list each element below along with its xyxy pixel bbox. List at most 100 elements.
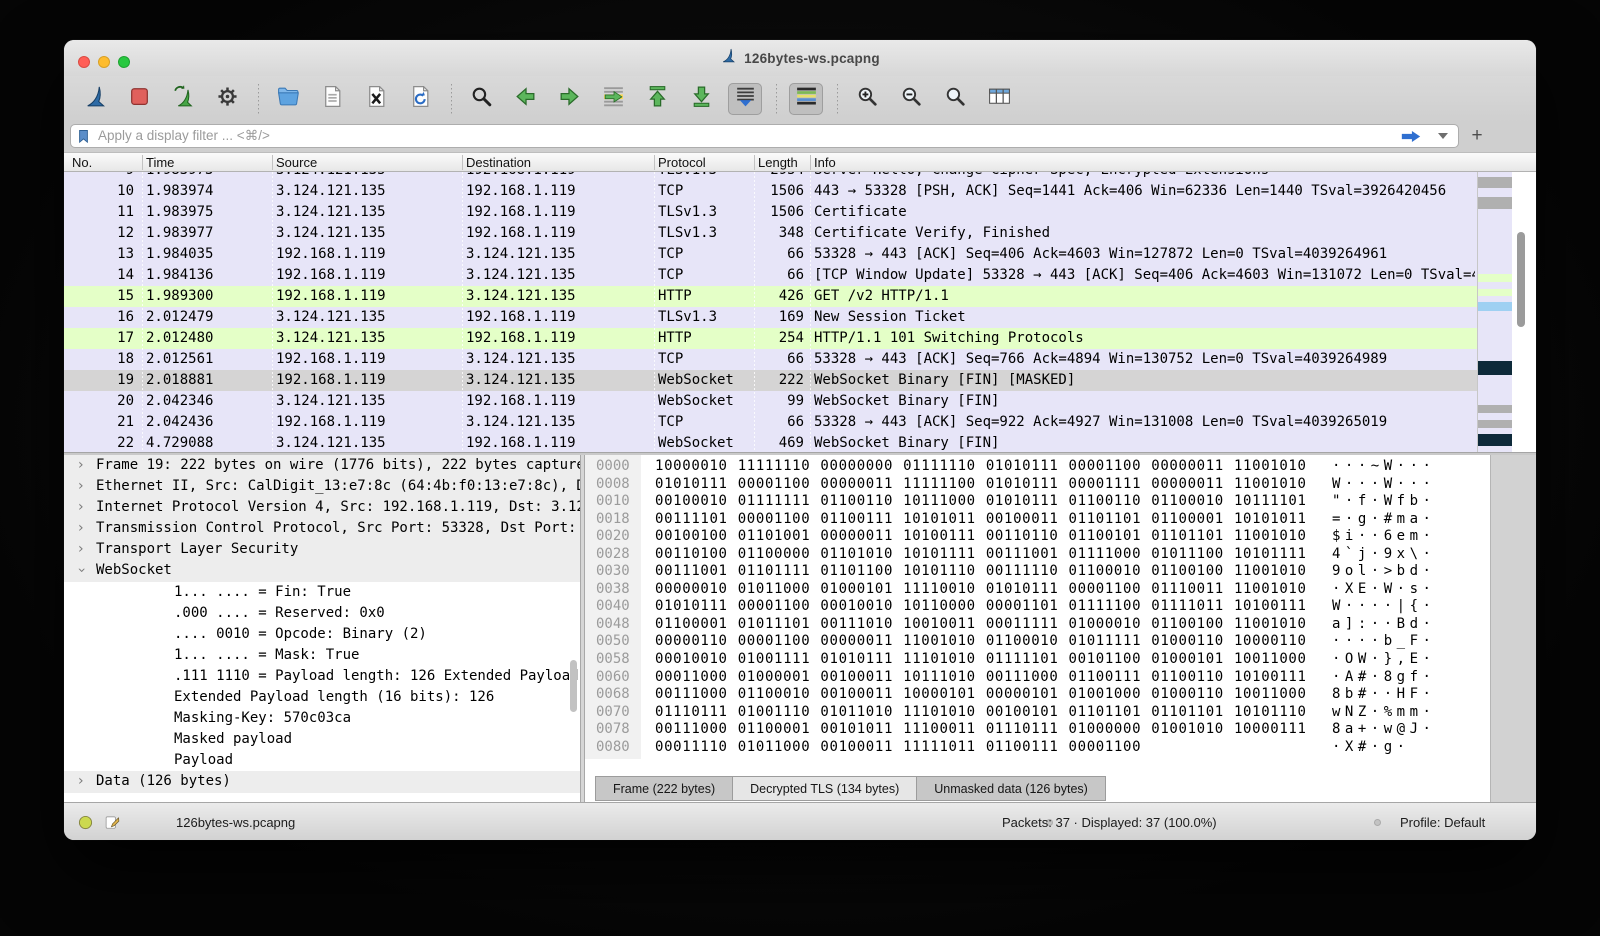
byte-view-tab[interactable]: Unmasked data (126 bytes) bbox=[917, 776, 1106, 801]
hex-row[interactable]: 007800111000 01100001 00101011 11100011 … bbox=[585, 721, 1490, 739]
restart-capture-button[interactable] bbox=[166, 83, 200, 115]
open-file-button[interactable] bbox=[271, 83, 305, 115]
packet-row[interactable]: 91.9839733.124.121.135192.168.1.119TLSv1… bbox=[64, 172, 1477, 181]
colorize-packets-button[interactable] bbox=[789, 83, 823, 115]
chevron-collapsed-icon[interactable]: › bbox=[78, 771, 84, 792]
detail-tree-row[interactable]: .000 .... = Reserved: 0x0 bbox=[64, 603, 580, 624]
column-divider[interactable] bbox=[654, 155, 655, 170]
detail-tree-row[interactable]: 1... .... = Fin: True bbox=[64, 582, 580, 603]
hex-row[interactable]: 005000000110 00001100 00000011 11001010 … bbox=[585, 633, 1490, 651]
hex-row[interactable]: 002800110100 01100000 01101010 10101111 … bbox=[585, 546, 1490, 564]
packet-row[interactable]: 224.7290883.124.121.135192.168.1.119WebS… bbox=[64, 433, 1477, 452]
detail-tree-row[interactable]: .... 0010 = Opcode: Binary (2) bbox=[64, 624, 580, 645]
hex-row[interactable]: 000801010111 00001100 00000011 11111100 … bbox=[585, 476, 1490, 494]
detail-tree-row[interactable]: .111 1110 = Payload length: 126 Extended… bbox=[64, 666, 580, 687]
stop-capture-button[interactable] bbox=[122, 83, 156, 115]
byte-view-tab-selected[interactable]: Decrypted TLS (134 bytes) bbox=[733, 776, 917, 801]
detail-tree-row[interactable]: ›Transmission Control Protocol, Src Port… bbox=[64, 518, 580, 539]
column-header-protocol[interactable]: Protocol bbox=[658, 153, 706, 172]
go-forward-button[interactable] bbox=[552, 83, 586, 115]
zoom-in-button[interactable] bbox=[850, 83, 884, 115]
detail-tree-row[interactable]: ›Transport Layer Security bbox=[64, 539, 580, 560]
chevron-expanded-icon[interactable]: › bbox=[71, 568, 92, 574]
capture-options-button[interactable] bbox=[210, 83, 244, 115]
column-header-info[interactable]: Info bbox=[814, 153, 836, 172]
hex-row[interactable]: 004001010111 00001100 00010010 10110000 … bbox=[585, 598, 1490, 616]
detail-tree-row[interactable]: Masked payload bbox=[64, 729, 580, 750]
zoom-out-button[interactable] bbox=[894, 83, 928, 115]
column-divider[interactable] bbox=[142, 155, 143, 170]
display-filter-input[interactable]: Apply a display filter ... <⌘/> bbox=[70, 124, 1459, 148]
filter-dropdown-chevron-icon[interactable] bbox=[1438, 133, 1448, 139]
column-header-time[interactable]: Time bbox=[146, 153, 174, 172]
packet-row[interactable]: 202.0423463.124.121.135192.168.1.119WebS… bbox=[64, 391, 1477, 412]
hex-row[interactable]: 005800010010 01001111 01010111 11101010 … bbox=[585, 651, 1490, 669]
go-last-packet-button[interactable] bbox=[684, 83, 718, 115]
zoom-reset-button[interactable] bbox=[938, 83, 972, 115]
detail-tree-row[interactable]: ›Frame 19: 222 bytes on wire (1776 bits)… bbox=[64, 455, 580, 476]
hex-row[interactable]: 003800000010 01011000 01000101 11110010 … bbox=[585, 581, 1490, 599]
intelligent-scrollbar-minimap[interactable] bbox=[1477, 172, 1512, 452]
hex-row[interactable]: 008000011110 01011000 00100011 11111011 … bbox=[585, 739, 1490, 757]
column-divider[interactable] bbox=[810, 155, 811, 170]
chevron-collapsed-icon[interactable]: › bbox=[78, 476, 84, 497]
column-header-no[interactable]: No. bbox=[72, 153, 92, 172]
hex-row[interactable]: 006000011000 01000001 00100011 10111010 … bbox=[585, 669, 1490, 687]
hex-row[interactable]: 003000111001 01101111 01101100 10101110 … bbox=[585, 563, 1490, 581]
column-header-source[interactable]: Source bbox=[276, 153, 317, 172]
detail-tree-row[interactable]: ›Ethernet II, Src: CalDigit_13:e7:8c (64… bbox=[64, 476, 580, 497]
go-back-button[interactable] bbox=[508, 83, 542, 115]
hex-row[interactable]: 001000100010 01111111 01100110 10111000 … bbox=[585, 493, 1490, 511]
column-divider[interactable] bbox=[272, 155, 273, 170]
packet-row[interactable]: 212.042436192.168.1.1193.124.121.135TCP6… bbox=[64, 412, 1477, 433]
resize-columns-button[interactable] bbox=[982, 83, 1016, 115]
chevron-collapsed-icon[interactable]: › bbox=[78, 518, 84, 539]
hex-row[interactable]: 002000100100 01101001 00000011 10100111 … bbox=[585, 528, 1490, 546]
expert-info-button[interactable] bbox=[78, 803, 93, 840]
packet-row[interactable]: 101.9839743.124.121.135192.168.1.119TCP1… bbox=[64, 181, 1477, 202]
detail-tree-row[interactable]: ›WebSocket bbox=[64, 560, 580, 581]
column-header-length[interactable]: Length bbox=[758, 153, 798, 172]
go-to-packet-button[interactable] bbox=[596, 83, 630, 115]
detail-tree-row[interactable]: ›Internet Protocol Version 4, Src: 192.1… bbox=[64, 497, 580, 518]
packet-row[interactable]: 151.989300192.168.1.1193.124.121.135HTTP… bbox=[64, 286, 1477, 307]
packet-row[interactable]: 172.0124803.124.121.135192.168.1.119HTTP… bbox=[64, 328, 1477, 349]
statusbar-profile[interactable]: Profile: Default bbox=[1400, 803, 1485, 840]
hex-row[interactable]: 001800111101 00001100 01100111 10101011 … bbox=[585, 511, 1490, 529]
packet-row[interactable]: 111.9839753.124.121.135192.168.1.119TLSv… bbox=[64, 202, 1477, 223]
wireshark-fin-button[interactable] bbox=[78, 83, 112, 115]
go-first-packet-button[interactable] bbox=[640, 83, 674, 115]
byte-view-tab[interactable]: Frame (222 bytes) bbox=[595, 776, 733, 801]
find-packet-button[interactable] bbox=[464, 83, 498, 115]
packet-list-scrollbar-thumb[interactable] bbox=[1517, 232, 1525, 327]
detail-tree-row[interactable]: Extended Payload length (16 bits): 126 bbox=[64, 687, 580, 708]
column-header-destination[interactable]: Destination bbox=[466, 153, 531, 172]
filter-bookmark-icon[interactable] bbox=[75, 128, 92, 145]
chevron-collapsed-icon[interactable]: › bbox=[78, 455, 84, 476]
hex-row[interactable]: 000010000010 11111110 00000000 01111110 … bbox=[585, 458, 1490, 476]
packet-row[interactable]: 182.012561192.168.1.1193.124.121.135TCP6… bbox=[64, 349, 1477, 370]
detail-pane-scrollbar-thumb[interactable] bbox=[570, 660, 577, 712]
detail-tree-row[interactable]: 1... .... = Mask: True bbox=[64, 645, 580, 666]
hex-row[interactable]: 006800111000 01100010 00100011 10000101 … bbox=[585, 686, 1490, 704]
packet-row[interactable]: 141.984136192.168.1.1193.124.121.135TCP6… bbox=[64, 265, 1477, 286]
add-filter-button[interactable]: + bbox=[1466, 125, 1488, 147]
hex-row[interactable]: 007001110111 01001110 01011010 11101010 … bbox=[585, 704, 1490, 722]
chevron-collapsed-icon[interactable]: › bbox=[78, 497, 84, 518]
packet-row[interactable]: 131.984035192.168.1.1193.124.121.135TCP6… bbox=[64, 244, 1477, 265]
auto-scroll-button[interactable] bbox=[728, 83, 762, 115]
packet-row[interactable]: 162.0124793.124.121.135192.168.1.119TLSv… bbox=[64, 307, 1477, 328]
hex-row[interactable]: 004801100001 01011101 00111010 10010011 … bbox=[585, 616, 1490, 634]
detail-tree-row[interactable]: Payload bbox=[64, 750, 580, 771]
save-file-button[interactable] bbox=[315, 83, 349, 115]
detail-tree-row[interactable]: ›Data (126 bytes) bbox=[64, 771, 580, 792]
reload-file-button[interactable] bbox=[403, 83, 437, 115]
packet-row-selected[interactable]: 192.018881192.168.1.1193.124.121.135WebS… bbox=[64, 370, 1477, 391]
column-divider[interactable] bbox=[754, 155, 755, 170]
column-divider[interactable] bbox=[462, 155, 463, 170]
packet-row[interactable]: 121.9839773.124.121.135192.168.1.119TLSv… bbox=[64, 223, 1477, 244]
detail-tree-row[interactable]: Masking-Key: 570c03ca bbox=[64, 708, 580, 729]
chevron-collapsed-icon[interactable]: › bbox=[78, 539, 84, 560]
close-file-button[interactable] bbox=[359, 83, 393, 115]
capture-comment-button[interactable] bbox=[104, 803, 121, 840]
